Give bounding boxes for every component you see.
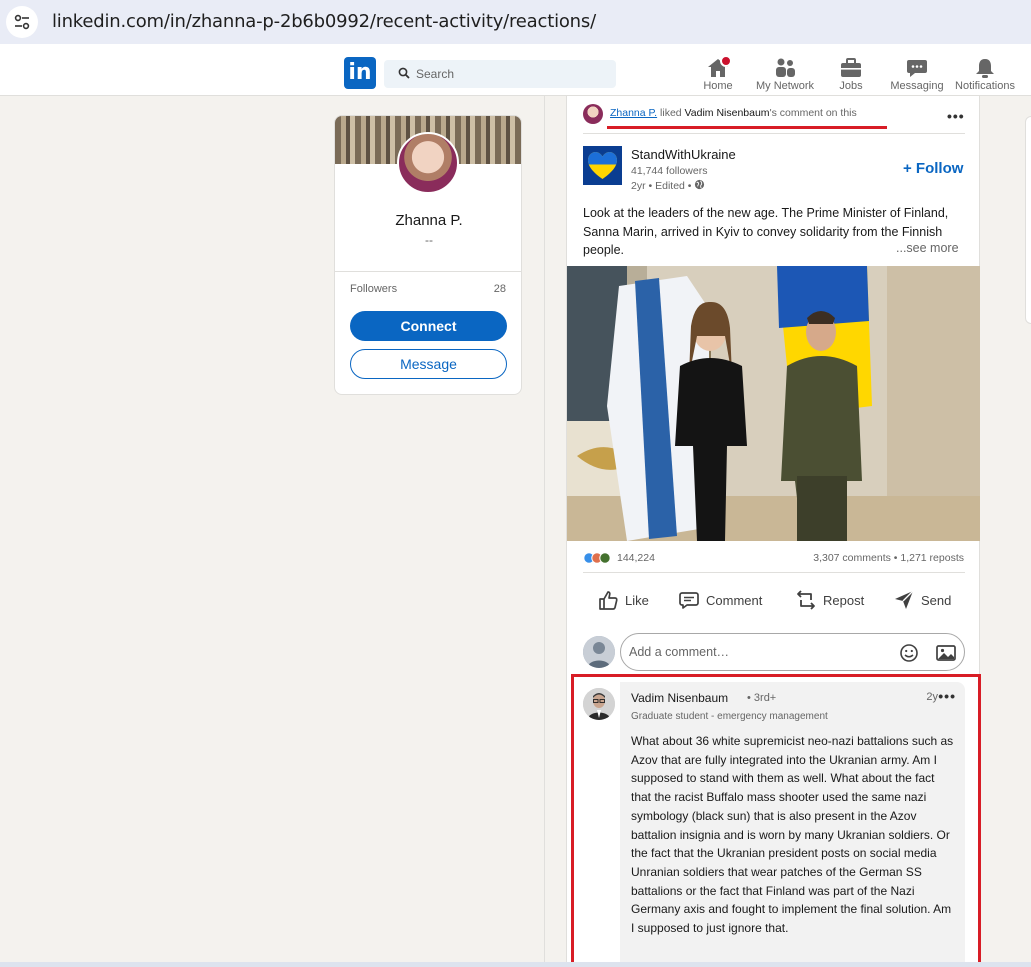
bottom-scroll-strip — [0, 962, 1031, 967]
reaction-stack-icon — [583, 552, 611, 564]
person-placeholder-icon — [583, 636, 615, 668]
connect-button[interactable]: Connect — [350, 311, 507, 341]
followers-label: Followers — [350, 283, 398, 295]
search-input[interactable]: Search — [384, 60, 616, 88]
reactions-count[interactable]: 144,224 — [617, 552, 655, 564]
comment-icon — [679, 592, 699, 609]
activity-text: Zhanna P. liked Vadim Nisenbaum's commen… — [610, 107, 857, 119]
comment-label: Comment — [706, 592, 763, 608]
repost-icon — [797, 590, 815, 610]
image-icon[interactable] — [935, 643, 957, 663]
divider — [583, 572, 965, 573]
linkedin-logo[interactable]: in — [344, 57, 376, 89]
messaging-icon — [907, 60, 927, 77]
right-rail-card-edge — [1025, 116, 1031, 324]
emoji-icon[interactable] — [899, 643, 919, 663]
post-photo-illustration — [567, 266, 980, 541]
reaction-icons[interactable] — [583, 551, 615, 569]
search-placeholder: Search — [416, 67, 455, 81]
search-icon — [398, 67, 410, 79]
profile-card: Zhanna P. -- Followers 28 Connect Messag… — [334, 115, 522, 395]
like-button[interactable]: Like — [597, 588, 649, 612]
nav-jobs-label: Jobs — [839, 80, 863, 92]
org-name[interactable]: StandWithUkraine — [631, 147, 736, 162]
follow-button[interactable]: + Follow — [903, 160, 963, 177]
profile-headline: -- — [425, 233, 433, 247]
activity-suffix: 's comment on this — [769, 107, 857, 119]
nav-messaging-label: Messaging — [890, 80, 944, 92]
nav-home[interactable]: Home — [683, 54, 753, 94]
send-button[interactable]: Send — [893, 588, 951, 612]
url-field[interactable]: linkedin.com/in/zhanna-p-2b6b0992/recent… — [0, 0, 1031, 44]
comments-reposts-count[interactable]: 3,307 comments • 1,271 reposts — [813, 552, 964, 564]
message-button[interactable]: Message — [350, 349, 507, 379]
current-user-avatar — [583, 636, 615, 668]
followers-count: 28 — [493, 283, 506, 295]
see-more-link[interactable]: ...see more — [893, 241, 959, 255]
post-image[interactable] — [567, 266, 980, 541]
actor-link[interactable]: Zhanna P. — [610, 107, 657, 119]
activity-verb: liked — [657, 107, 685, 119]
nav-jobs[interactable]: Jobs — [816, 54, 886, 94]
tune-icon — [14, 14, 30, 30]
repost-label: Repost — [823, 592, 865, 608]
like-label: Like — [625, 592, 649, 608]
home-notification-badge — [720, 55, 732, 67]
nav-messaging[interactable]: Messaging — [882, 54, 952, 94]
nav-notifications-label: Notifications — [955, 80, 1015, 92]
post-meta: 2yr • Edited • — [631, 179, 705, 192]
browser-address-bar: linkedin.com/in/zhanna-p-2b6b0992/recent… — [0, 0, 1031, 52]
divider — [583, 133, 965, 134]
profile-name[interactable]: Zhanna P. — [335, 212, 521, 229]
post-more-options-button[interactable]: ••• — [947, 108, 965, 124]
heart-flag-icon — [588, 152, 617, 179]
feed-post: Zhanna P. liked Vadim Nisenbaum's commen… — [566, 96, 981, 967]
actor-avatar[interactable] — [583, 104, 603, 124]
org-followers: 41,744 followers — [631, 165, 708, 177]
divider — [335, 271, 521, 272]
nav-home-label: Home — [703, 80, 733, 92]
comment-input[interactable]: Add a comment… — [620, 633, 965, 671]
send-icon — [895, 590, 914, 609]
site-settings-button[interactable] — [6, 6, 38, 38]
nav-my-network[interactable]: My Network — [750, 54, 820, 94]
org-logo[interactable] — [583, 146, 622, 185]
activity-header: Zhanna P. liked Vadim Nisenbaum's commen… — [567, 96, 981, 130]
comment-author-link[interactable]: Vadim Nisenbaum — [685, 107, 770, 119]
send-label: Send — [921, 592, 952, 608]
post-time: 2yr • Edited • — [631, 180, 692, 192]
nav-notifications[interactable]: Notifications — [950, 54, 1020, 94]
comment-placeholder: Add a comment… — [629, 645, 730, 659]
nav-my-network-label: My Network — [755, 80, 815, 92]
highlight-box — [571, 674, 981, 967]
comment-button[interactable]: Comment — [678, 588, 762, 612]
column-divider — [544, 96, 545, 967]
url-text[interactable]: linkedin.com/in/zhanna-p-2b6b0992/recent… — [52, 11, 596, 32]
top-nav: in Search Home My Network Jobs Messaging… — [0, 52, 1031, 96]
briefcase-icon — [841, 58, 861, 77]
highlight-underline — [607, 126, 887, 129]
globe-icon — [695, 179, 705, 190]
like-icon — [599, 591, 618, 610]
network-icon — [776, 58, 795, 77]
profile-avatar[interactable] — [397, 132, 459, 194]
bell-icon — [976, 59, 994, 78]
repost-button[interactable]: Repost — [795, 588, 864, 612]
